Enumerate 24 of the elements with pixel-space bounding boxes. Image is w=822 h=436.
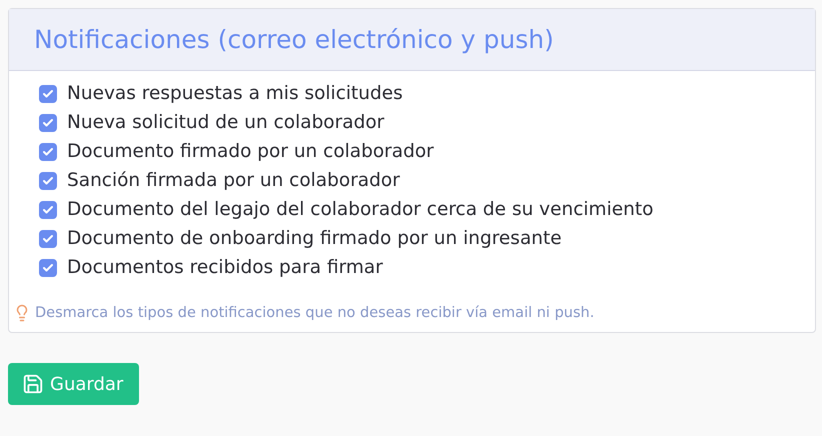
checkbox[interactable] <box>39 172 57 190</box>
card-title: Notificaciones (correo electrónico y push) <box>34 25 555 54</box>
check-icon <box>42 174 54 186</box>
checkbox[interactable] <box>39 230 57 248</box>
check-icon <box>42 232 54 244</box>
hint-text: Desmarca los tipos de notificaciones que no deseas recibir vía email ni push. <box>35 305 594 321</box>
checkbox-label: Nueva solicitud de un colaborador <box>67 112 384 133</box>
checkbox[interactable] <box>39 258 57 276</box>
save-button[interactable]: Guardar <box>8 363 140 405</box>
check-icon <box>42 262 54 274</box>
checkbox[interactable] <box>39 84 57 102</box>
check-icon <box>42 88 54 100</box>
checkbox[interactable] <box>39 142 57 160</box>
checkbox[interactable] <box>39 114 57 132</box>
check-icon <box>42 204 54 216</box>
check-icon <box>42 116 54 128</box>
checkbox-label: Documento del legajo del colaborador cerca de su vencimiento <box>67 199 654 220</box>
checkbox-label: Documentos recibidos para firmar <box>67 257 383 278</box>
check-icon <box>42 146 54 158</box>
checkbox-label: Documento firmado por un colaborador <box>67 141 434 162</box>
checkbox[interactable] <box>39 200 57 218</box>
checkbox-label: Sanción firmada por un colaborador <box>67 170 400 191</box>
checkbox-label: Documento de onboarding firmado por un ingresante <box>67 228 562 249</box>
checkbox-label: Nuevas respuestas a mis solicitudes <box>67 83 403 104</box>
